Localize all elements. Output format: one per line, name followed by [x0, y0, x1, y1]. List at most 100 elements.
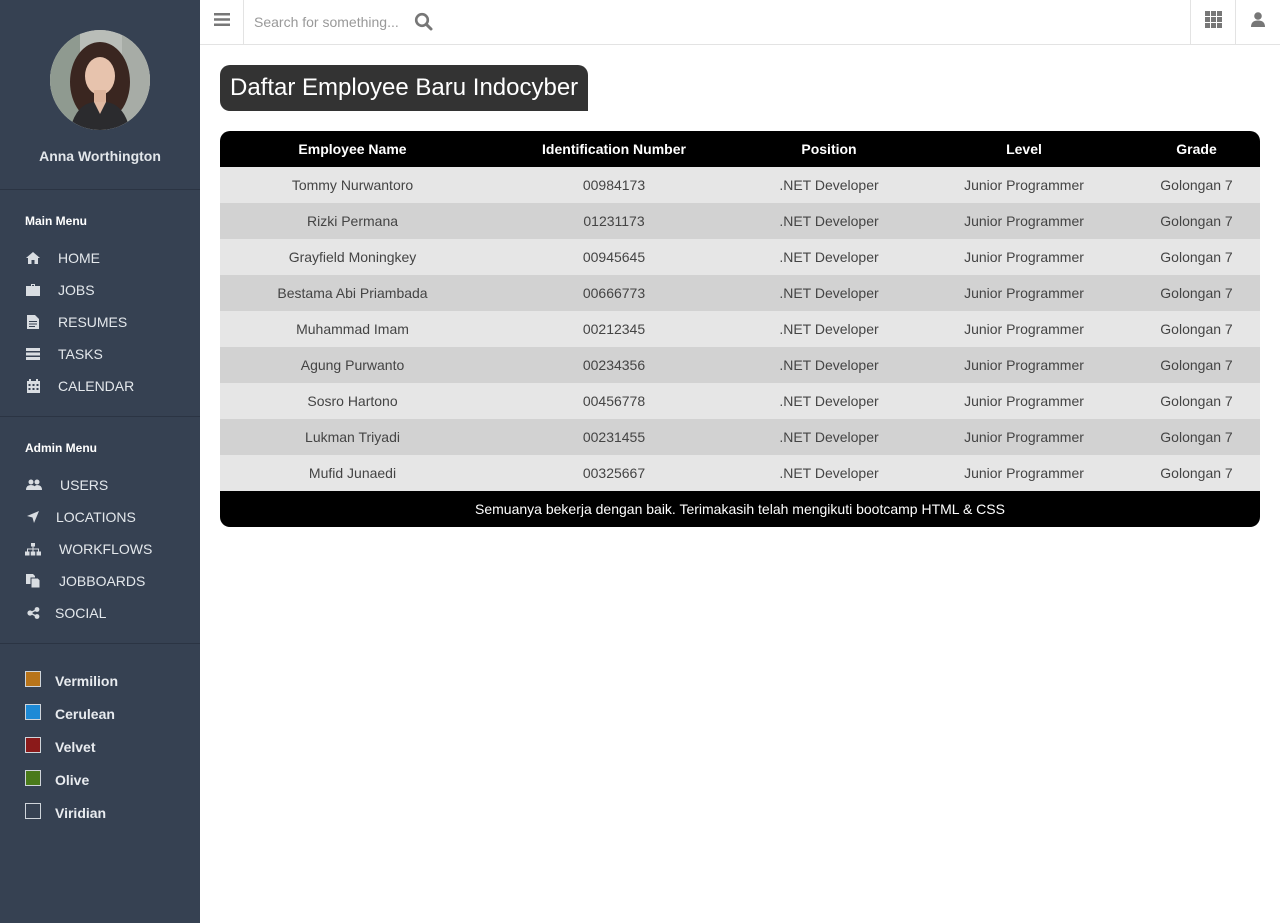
main-menu: Main Menu HOME JOBS RESUMES TASKS CALEND…	[0, 190, 200, 417]
menu-item-jobs[interactable]: JOBS	[25, 274, 200, 306]
table-cell: .NET Developer	[743, 383, 915, 419]
table-cell: Junior Programmer	[915, 347, 1133, 383]
menu-item-label: RESUMES	[58, 314, 128, 330]
menu-item-label: HOME	[58, 250, 100, 266]
table-cell: .NET Developer	[743, 455, 915, 491]
menu-item-tasks[interactable]: TASKS	[25, 338, 200, 370]
table-cell: Junior Programmer	[915, 455, 1133, 491]
column-header: Position	[743, 131, 915, 167]
table-row: Agung Purwanto 00234356 .NET Developer J…	[220, 347, 1260, 383]
color-swatch	[25, 703, 41, 720]
menu-item-home[interactable]: HOME	[25, 242, 200, 274]
menu-item-jobboards[interactable]: JOBBOARDS	[25, 565, 200, 597]
menu-item-label: WORKFLOWS	[59, 541, 153, 557]
table-cell: Lukman Triyadi	[220, 419, 485, 455]
table-cell: Golongan 7	[1133, 167, 1260, 203]
color-theme-label: Vermilion	[55, 672, 119, 689]
location-arrow-icon	[25, 509, 41, 525]
menu-item-label: SOCIAL	[55, 605, 107, 621]
briefcase-icon	[25, 282, 41, 298]
color-theme-velvet[interactable]: Velvet	[25, 730, 200, 763]
table-cell: 00325667	[485, 455, 743, 491]
table-row: Muhammad Imam 00212345 .NET Developer Ju…	[220, 311, 1260, 347]
color-theme-label: Cerulean	[55, 705, 115, 722]
color-theme-label: Velvet	[55, 738, 96, 755]
column-header: Level	[915, 131, 1133, 167]
column-header: Grade	[1133, 131, 1260, 167]
users-icon	[25, 477, 43, 493]
table-cell: 00984173	[485, 167, 743, 203]
menu-item-label: JOBBOARDS	[59, 573, 146, 589]
table-cell: Golongan 7	[1133, 275, 1260, 311]
table-cell: Sosro Hartono	[220, 383, 485, 419]
table-cell: .NET Developer	[743, 275, 915, 311]
table-row: Tommy Nurwantoro 00984173 .NET Developer…	[220, 167, 1260, 203]
main-menu-title: Main Menu	[25, 214, 87, 228]
employee-table: Employee Name Identification Number Posi…	[220, 131, 1260, 527]
file-icon	[25, 314, 41, 330]
grid-icon	[1204, 11, 1222, 33]
table-header-row: Employee Name Identification Number Posi…	[220, 131, 1260, 167]
menu-item-label: CALENDAR	[58, 378, 135, 394]
page-title: Daftar Employee Baru Indocyber	[220, 65, 589, 111]
color-theme-label: Olive	[55, 771, 90, 788]
topbar	[200, 0, 1280, 45]
home-icon	[25, 250, 41, 266]
color-theme-label: Viridian	[55, 804, 107, 821]
menu-item-locations[interactable]: LOCATIONS	[25, 501, 200, 533]
user-button[interactable]	[1235, 0, 1280, 44]
share-icon	[25, 605, 41, 621]
table-cell: Golongan 7	[1133, 311, 1260, 347]
color-swatch	[25, 802, 41, 819]
table-cell: .NET Developer	[743, 311, 915, 347]
color-swatch	[25, 670, 41, 687]
menu-item-label: JOBS	[58, 282, 95, 298]
search-icon[interactable]	[414, 12, 434, 32]
table-cell: 00666773	[485, 275, 743, 311]
column-header: Identification Number	[485, 131, 743, 167]
table-cell: Agung Purwanto	[220, 347, 485, 383]
color-theme-olive[interactable]: Olive	[25, 763, 200, 796]
color-theme-viridian[interactable]: Viridian	[25, 796, 200, 829]
color-theme-cerulean[interactable]: Cerulean	[25, 697, 200, 730]
table-cell: Junior Programmer	[915, 167, 1133, 203]
apps-button[interactable]	[1190, 0, 1235, 44]
table-cell: 00212345	[485, 311, 743, 347]
menu-item-resumes[interactable]: RESUMES	[25, 306, 200, 338]
table-row: Rizki Permana 01231173 .NET Developer Ju…	[220, 203, 1260, 239]
table-cell: Rizki Permana	[220, 203, 485, 239]
table-cell: .NET Developer	[743, 239, 915, 275]
profile-name: Anna Worthington	[39, 148, 161, 164]
copy-icon	[25, 573, 41, 589]
table-cell: Mufid Junaedi	[220, 455, 485, 491]
table-cell: 01231173	[485, 203, 743, 239]
search-input[interactable]	[254, 12, 404, 32]
sitemap-icon	[25, 541, 41, 557]
menu-item-social[interactable]: SOCIAL	[25, 597, 200, 629]
profile-section: Anna Worthington	[0, 0, 200, 190]
table-cell: Muhammad Imam	[220, 311, 485, 347]
table-cell: Bestama Abi Priambada	[220, 275, 485, 311]
avatar[interactable]	[50, 30, 150, 130]
menu-icon	[213, 13, 230, 31]
table-row: Mufid Junaedi 00325667 .NET Developer Ju…	[220, 455, 1260, 491]
menu-item-workflows[interactable]: WORKFLOWS	[25, 533, 200, 565]
table-cell: 00945645	[485, 239, 743, 275]
menu-item-calendar[interactable]: CALENDAR	[25, 370, 200, 402]
calendar-icon	[25, 378, 41, 394]
table-footer: Semuanya bekerja dengan baik. Terimakasi…	[220, 491, 1260, 527]
table-cell: 00231455	[485, 419, 743, 455]
menu-item-label: LOCATIONS	[56, 509, 136, 525]
admin-menu: Admin Menu USERS LOCATIONS WORKFLOWS JOB…	[0, 417, 200, 644]
menu-item-users[interactable]: USERS	[25, 469, 200, 501]
table-row: Lukman Triyadi 00231455 .NET Developer J…	[220, 419, 1260, 455]
table-cell: 00234356	[485, 347, 743, 383]
table-cell: .NET Developer	[743, 167, 915, 203]
table-row: Sosro Hartono 00456778 .NET Developer Ju…	[220, 383, 1260, 419]
table-cell: Junior Programmer	[915, 383, 1133, 419]
table-cell: .NET Developer	[743, 347, 915, 383]
hamburger-button[interactable]	[200, 0, 244, 44]
color-theme-vermilion[interactable]: Vermilion	[25, 664, 200, 697]
table-cell: .NET Developer	[743, 419, 915, 455]
sidebar: Anna Worthington Main Menu HOME JOBS RES…	[0, 0, 200, 923]
